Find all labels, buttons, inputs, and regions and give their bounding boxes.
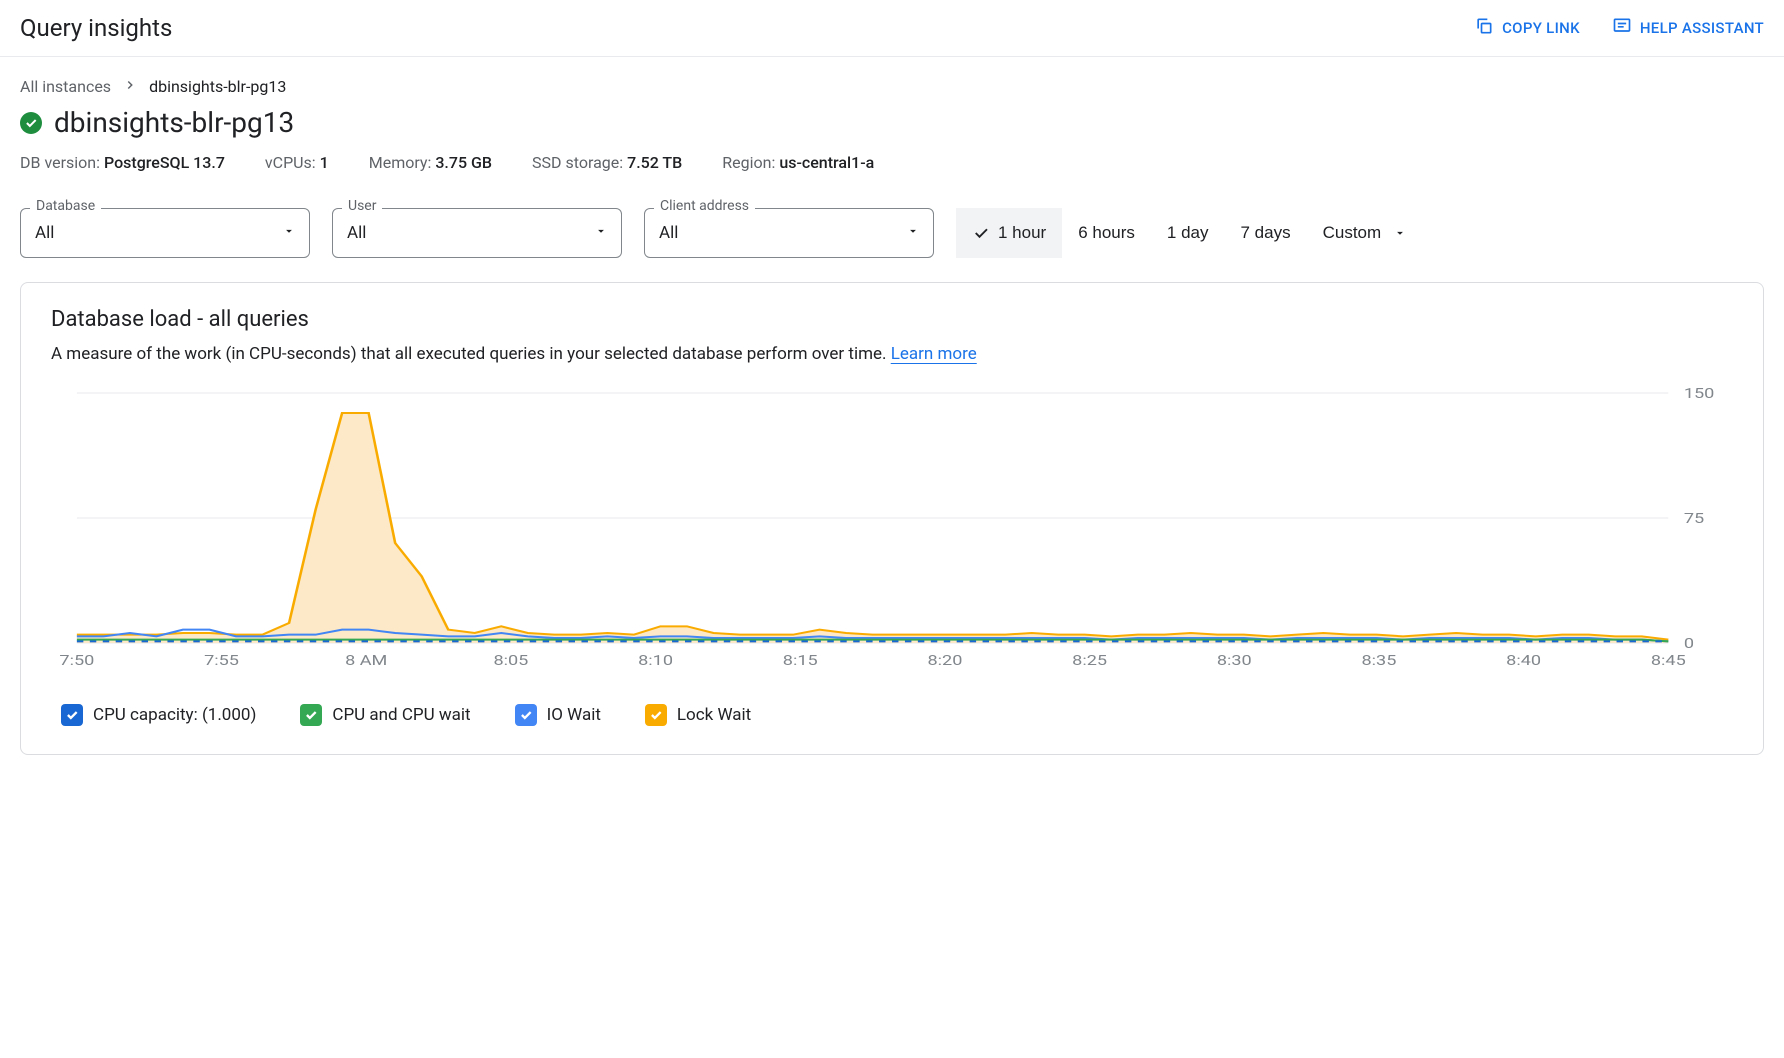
checkbox-icon [61, 704, 83, 726]
breadcrumb: All instances dbinsights-blr-pg13 [20, 77, 1764, 96]
check-icon [972, 224, 990, 242]
copy-link-label: COPY LINK [1502, 19, 1580, 37]
instance-name: dbinsights-blr-pg13 [54, 106, 294, 139]
client-address-label: Client address [654, 198, 755, 214]
svg-text:0: 0 [1684, 635, 1694, 651]
checkbox-icon [515, 704, 537, 726]
chevron-right-icon [123, 77, 137, 96]
svg-text:8:20: 8:20 [927, 652, 962, 668]
svg-text:8:40: 8:40 [1506, 652, 1541, 668]
svg-text:8:10: 8:10 [638, 652, 673, 668]
legend-io-wait[interactable]: IO Wait [515, 704, 601, 726]
status-ok-icon [20, 112, 42, 134]
user-select[interactable]: User All [332, 208, 622, 258]
svg-text:7:50: 7:50 [59, 652, 94, 668]
svg-text:75: 75 [1684, 510, 1704, 526]
database-select[interactable]: Database All [20, 208, 310, 258]
svg-text:8:45: 8:45 [1651, 652, 1686, 668]
checkbox-icon [645, 704, 667, 726]
checkbox-icon [300, 704, 322, 726]
time-range-7-days[interactable]: 7 days [1225, 208, 1307, 258]
time-range-custom[interactable]: Custom [1307, 208, 1424, 258]
breadcrumb-current: dbinsights-blr-pg13 [149, 77, 286, 96]
card-title: Database load - all queries [51, 307, 1733, 332]
help-assistant-label: HELP ASSISTANT [1640, 19, 1764, 37]
copy-icon [1474, 16, 1494, 40]
svg-text:8:35: 8:35 [1362, 652, 1397, 668]
time-range-6-hours[interactable]: 6 hours [1062, 208, 1151, 258]
user-label: User [342, 198, 382, 214]
breadcrumb-root[interactable]: All instances [20, 77, 111, 96]
copy-link-button[interactable]: COPY LINK [1474, 16, 1580, 40]
legend-lock-wait[interactable]: Lock Wait [645, 704, 751, 726]
card-description: A measure of the work (in CPU-seconds) t… [51, 344, 1733, 364]
chevron-down-icon [1393, 226, 1407, 240]
time-range-1-day[interactable]: 1 day [1151, 208, 1225, 258]
time-range-group: 1 hour6 hours1 day7 daysCustom [956, 208, 1423, 258]
legend-cpu-wait[interactable]: CPU and CPU wait [300, 704, 470, 726]
database-label: Database [30, 198, 101, 214]
help-assistant-button[interactable]: HELP ASSISTANT [1612, 16, 1764, 40]
svg-text:8:30: 8:30 [1217, 652, 1252, 668]
svg-text:7:55: 7:55 [204, 652, 239, 668]
page-title: Query insights [20, 14, 172, 42]
instance-meta: DB version: PostgreSQL 13.7 vCPUs: 1 Mem… [20, 153, 1764, 172]
svg-text:8:15: 8:15 [783, 652, 818, 668]
svg-text:8 AM: 8 AM [345, 652, 387, 668]
svg-text:8:05: 8:05 [493, 652, 528, 668]
database-load-chart: 0 75 150 7:50 7:55 8 AM 8:05 8:10 8:15 8:20 8:25 8:… [51, 388, 1733, 668]
svg-text:150: 150 [1684, 388, 1715, 401]
svg-text:8:25: 8:25 [1072, 652, 1107, 668]
client-address-select[interactable]: Client address All [644, 208, 934, 258]
chat-icon [1612, 16, 1632, 40]
time-range-1-hour[interactable]: 1 hour [956, 208, 1062, 258]
learn-more-link[interactable]: Learn more [891, 344, 977, 364]
legend-cpu-capacity[interactable]: CPU capacity: (1.000) [61, 704, 256, 726]
